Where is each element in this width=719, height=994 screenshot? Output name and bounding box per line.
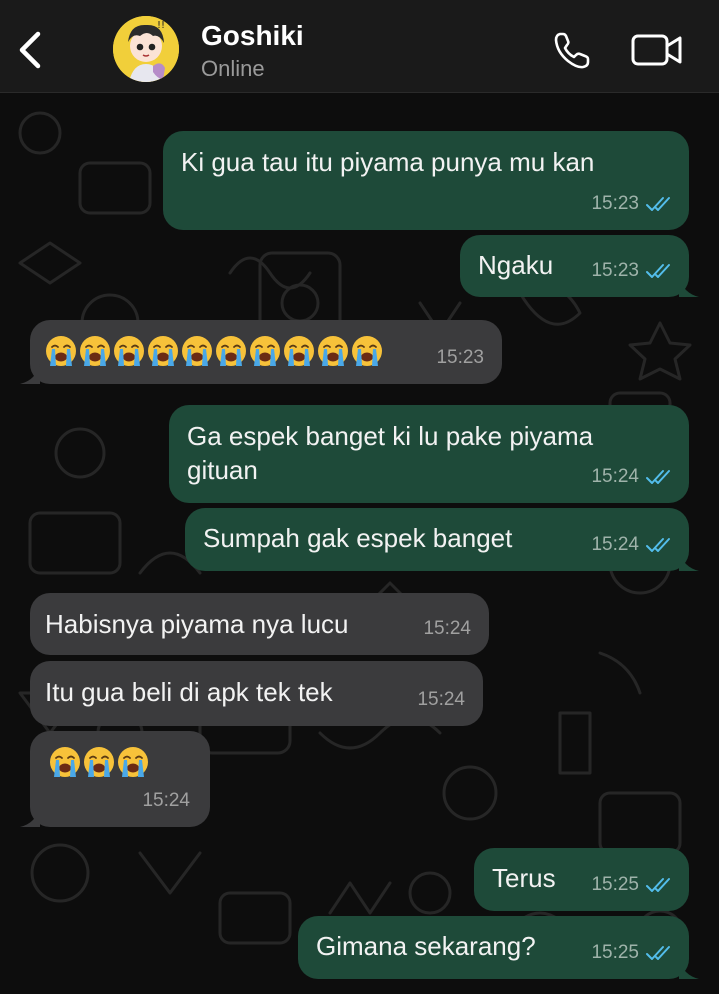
double-check-icon: [646, 470, 670, 484]
message-time: 15:24: [417, 689, 465, 710]
message-bubble-outgoing[interactable]: Ga espek banget ki lu pake piyama gituan…: [169, 405, 689, 503]
message-meta: 15:23: [591, 254, 673, 288]
message-bubble-incoming[interactable]: Itu gua beli di apk tek tek 15:24: [30, 661, 483, 726]
video-call-button[interactable]: [630, 30, 684, 70]
loudly-crying-face-emoji: [114, 336, 144, 366]
loudly-crying-face-emoji: [318, 336, 348, 366]
message-time: 15:24: [142, 790, 190, 811]
loudly-crying-face-emoji: [118, 747, 148, 777]
loudly-crying-face-emoji: [50, 747, 80, 777]
emoji-row: [44, 334, 384, 368]
double-check-icon: [646, 264, 670, 278]
message-time: 15:24: [591, 534, 639, 555]
loudly-crying-face-emoji: [284, 336, 314, 366]
video-camera-icon: [631, 34, 682, 66]
loudly-crying-face-emoji: [46, 336, 76, 366]
message-text: Ngaku: [478, 250, 554, 280]
double-check-icon: [646, 878, 670, 892]
message-meta: 15:23: [436, 341, 484, 375]
message-meta: 15:25: [591, 868, 673, 902]
message-text: Itu gua beli di apk tek tek: [45, 677, 333, 707]
chevron-left-icon: [19, 31, 41, 69]
loudly-crying-face-emoji: [352, 336, 382, 366]
message-text: Terus: [492, 863, 556, 893]
loudly-crying-face-emoji: [216, 336, 246, 366]
contact-status: Online: [201, 56, 265, 81]
message-text: Habisnya piyama nya lucu: [45, 609, 349, 639]
bubble-tail: [679, 551, 699, 571]
phone-icon: [554, 32, 590, 69]
message-text: Sumpah gak espek banget: [203, 523, 513, 553]
message-meta: 15:24: [417, 683, 465, 717]
back-button[interactable]: [14, 28, 46, 72]
avatar[interactable]: !!: [113, 16, 179, 82]
message-time: 15:24: [423, 618, 471, 639]
message-meta: 15:25: [591, 936, 673, 970]
chat-header: !! Goshiki Online: [0, 0, 719, 93]
double-check-icon: [646, 197, 670, 211]
message-bubble-incoming[interactable]: 😭😭😭😭😭😭😭😭😭😭 15:23: [20, 320, 502, 384]
bubble-tail: [20, 364, 40, 384]
message-meta: 15:24: [423, 612, 471, 646]
loudly-crying-face-emoji: [250, 336, 280, 366]
message-meta: 15:24: [591, 528, 673, 562]
message-text: Gimana sekarang?: [316, 931, 536, 961]
message-bubble-outgoing[interactable]: Sumpah gak espek banget 15:24: [185, 508, 699, 571]
message-time: 15:23: [591, 193, 639, 214]
loudly-crying-face-emoji: [182, 336, 212, 366]
message-bubble-incoming[interactable]: Habisnya piyama nya lucu 15:24: [30, 593, 489, 655]
bubble-tail: [679, 959, 699, 979]
message-text: Ki gua tau itu piyama punya mu kan: [181, 147, 595, 177]
message-bubble-outgoing[interactable]: Ngaku 15:23: [460, 235, 699, 297]
emoji-row: [48, 745, 150, 779]
svg-text:!!: !!: [157, 20, 165, 31]
loudly-crying-face-emoji: [80, 336, 110, 366]
message-meta: 15:24: [591, 460, 673, 494]
bubble-tail: [679, 277, 699, 297]
voice-call-button[interactable]: [550, 28, 594, 72]
message-time: 15:24: [591, 466, 639, 487]
message-bubble-outgoing[interactable]: Ki gua tau itu piyama punya mu kan 15:23: [163, 131, 689, 230]
avatar-image: !!: [113, 16, 179, 82]
message-time: 15:23: [591, 260, 639, 281]
double-check-icon: [646, 538, 670, 552]
double-check-icon: [646, 946, 670, 960]
message-bubble-outgoing[interactable]: Gimana sekarang? 15:25: [298, 916, 699, 979]
loudly-crying-face-emoji: [84, 747, 114, 777]
message-time: 15:23: [436, 347, 484, 368]
message-bubble-incoming[interactable]: 😭😭😭 15:24: [20, 731, 210, 827]
loudly-crying-face-emoji: [148, 336, 178, 366]
message-meta: 15:24: [142, 784, 190, 818]
bubble-tail: [20, 807, 40, 827]
contact-name[interactable]: Goshiki: [201, 20, 304, 52]
message-time: 15:25: [591, 942, 639, 963]
message-bubble-outgoing[interactable]: Terus 15:25: [474, 848, 689, 911]
message-time: 15:25: [591, 874, 639, 895]
message-meta: 15:23: [591, 187, 673, 221]
